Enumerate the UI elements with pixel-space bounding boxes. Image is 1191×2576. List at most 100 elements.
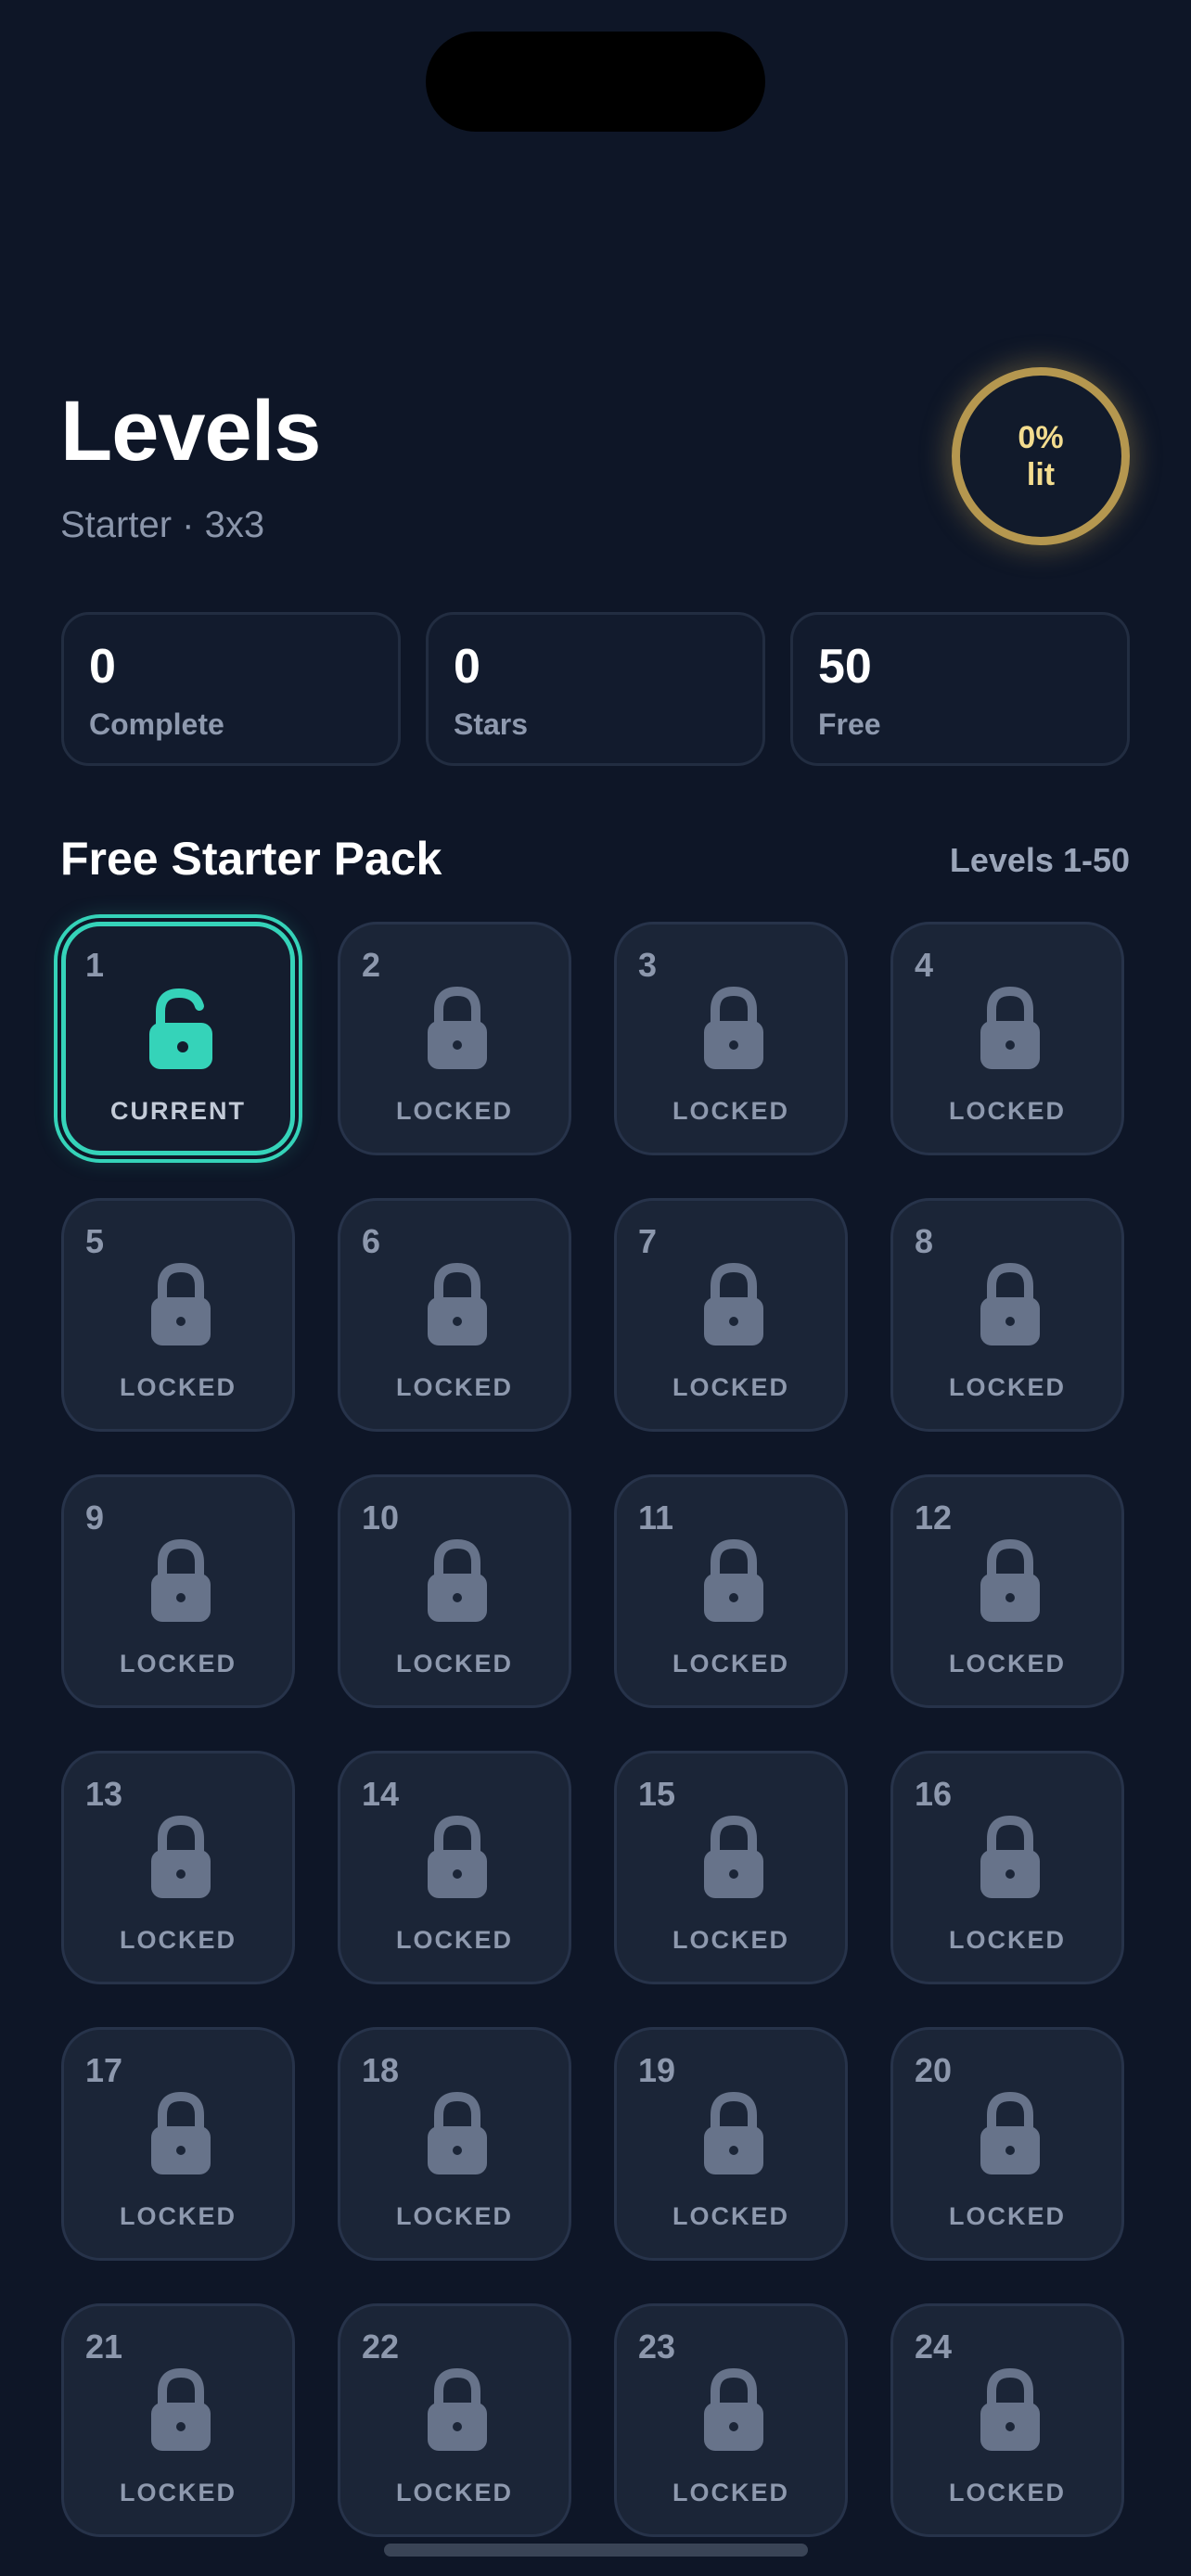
level-number: 13 [85,1775,123,1813]
level-tile-locked[interactable]: 9 LOCKED [61,1474,295,1708]
level-status: LOCKED [672,1373,789,1401]
level-status: LOCKED [120,1650,237,1677]
level-number: 19 [638,2051,676,2089]
level-tile-locked[interactable]: 7 LOCKED [614,1198,848,1432]
level-number: 24 [915,2327,953,2366]
level-status: LOCKED [672,1926,789,1954]
lock-icon [704,2367,763,2451]
level-tile-locked[interactable]: 5 LOCKED [61,1198,295,1432]
level-tile-locked[interactable]: 19 LOCKED [614,2027,848,2261]
level-status: LOCKED [672,1650,789,1677]
level-tile-locked[interactable]: 2 LOCKED [338,922,571,1155]
level-number: 10 [362,1498,400,1537]
level-tile-locked[interactable]: 12 LOCKED [890,1474,1124,1708]
stat-label: Stars [454,708,529,741]
level-tile-locked[interactable]: 4 LOCKED [890,922,1124,1155]
level-number: 16 [915,1775,953,1813]
lock-icon [980,986,1040,1069]
level-number: 22 [362,2327,400,2366]
level-status: LOCKED [396,1373,513,1401]
level-number: 9 [85,1498,105,1537]
level-tile-locked[interactable]: 14 LOCKED [338,1751,571,1984]
level-tile-locked[interactable]: 11 LOCKED [614,1474,848,1708]
level-status: LOCKED [396,2202,513,2230]
level-status: LOCKED [120,1926,237,1954]
level-tile-locked[interactable]: 22 LOCKED [338,2303,571,2537]
stat-value: 0 [89,640,116,694]
stat-value: 0 [454,640,480,694]
level-status: LOCKED [949,1097,1066,1125]
level-status: LOCKED [120,2202,237,2230]
level-tile-locked[interactable]: 15 LOCKED [614,1751,848,1984]
level-tile-locked[interactable]: 13 LOCKED [61,1751,295,1984]
lock-icon [151,1815,211,1898]
level-tile-locked[interactable]: 24 LOCKED [890,2303,1124,2537]
level-number: 14 [362,1775,400,1813]
level-number: 1 [85,946,105,984]
lock-icon [980,2091,1040,2174]
level-status: LOCKED [672,2202,789,2230]
page-subtitle: Starter · 3x3 [60,504,265,545]
level-tile-locked[interactable]: 6 LOCKED [338,1198,571,1432]
lock-icon [428,1262,487,1345]
level-status: LOCKED [949,1926,1066,1954]
level-number: 18 [362,2051,400,2089]
level-number: 17 [85,2051,123,2089]
level-number: 21 [85,2327,123,2366]
lock-icon [151,2367,211,2451]
level-status: LOCKED [120,1373,237,1401]
lock-icon [428,2091,487,2174]
lock-icon [980,1538,1040,1622]
level-tile-locked[interactable]: 16 LOCKED [890,1751,1124,1984]
lock-icon [980,2367,1040,2451]
dynamic-island [426,32,765,132]
lock-icon [428,1815,487,1898]
level-number: 2 [362,946,381,984]
lock-icon [704,1262,763,1345]
level-grid: 1 CURRENT 2 LOCKED 3 LOCKED 4 LOCKED 5 LOCKED 6 LOC… [61,922,1124,2537]
level-tile-locked[interactable]: 10 LOCKED [338,1474,571,1708]
lock-icon [704,1815,763,1898]
level-number: 15 [638,1775,676,1813]
level-tile-current[interactable]: 1 CURRENT [61,922,295,1155]
level-tile-locked[interactable]: 20 LOCKED [890,2027,1124,2261]
level-tile-locked[interactable]: 23 LOCKED [614,2303,848,2537]
lock-icon [151,2091,211,2174]
lock-icon [980,1262,1040,1345]
section-title: Free Starter Pack [60,833,442,885]
level-tile-locked[interactable]: 18 LOCKED [338,2027,571,2261]
level-number: 20 [915,2051,953,2089]
lock-icon [428,986,487,1069]
lock-icon [428,2367,487,2451]
level-status: LOCKED [949,2479,1066,2506]
level-status: LOCKED [949,1650,1066,1677]
progress-percent: 0% [1018,420,1064,455]
level-status: LOCKED [672,2479,789,2506]
section-range: Levels 1-50 [949,841,1130,879]
level-number: 12 [915,1498,953,1537]
progress-ring: 0% lit [952,367,1130,545]
level-status: LOCKED [396,1650,513,1677]
level-status: LOCKED [672,1097,789,1125]
level-tile-locked[interactable]: 17 LOCKED [61,2027,295,2261]
level-tile-locked[interactable]: 8 LOCKED [890,1198,1124,1432]
lock-icon [980,1815,1040,1898]
stat-value: 50 [818,640,872,694]
level-number: 7 [638,1222,658,1260]
level-status: LOCKED [120,2479,237,2506]
stat-label: Complete [89,708,224,741]
level-status: LOCKED [396,1097,513,1125]
level-tile-locked[interactable]: 21 LOCKED [61,2303,295,2537]
level-tile-locked[interactable]: 3 LOCKED [614,922,848,1155]
stat-card-stars: 0 Stars [426,612,765,766]
progress-label: 0% lit [990,419,1092,493]
lock-icon [151,1262,211,1345]
lock-icon [151,1538,211,1622]
lock-icon [704,1538,763,1622]
home-indicator[interactable] [384,2544,808,2557]
lock-icon [704,986,763,1069]
level-status: LOCKED [396,2479,513,2506]
level-number: 3 [638,946,658,984]
stat-label: Free [818,708,881,741]
lock-icon [428,1538,487,1622]
